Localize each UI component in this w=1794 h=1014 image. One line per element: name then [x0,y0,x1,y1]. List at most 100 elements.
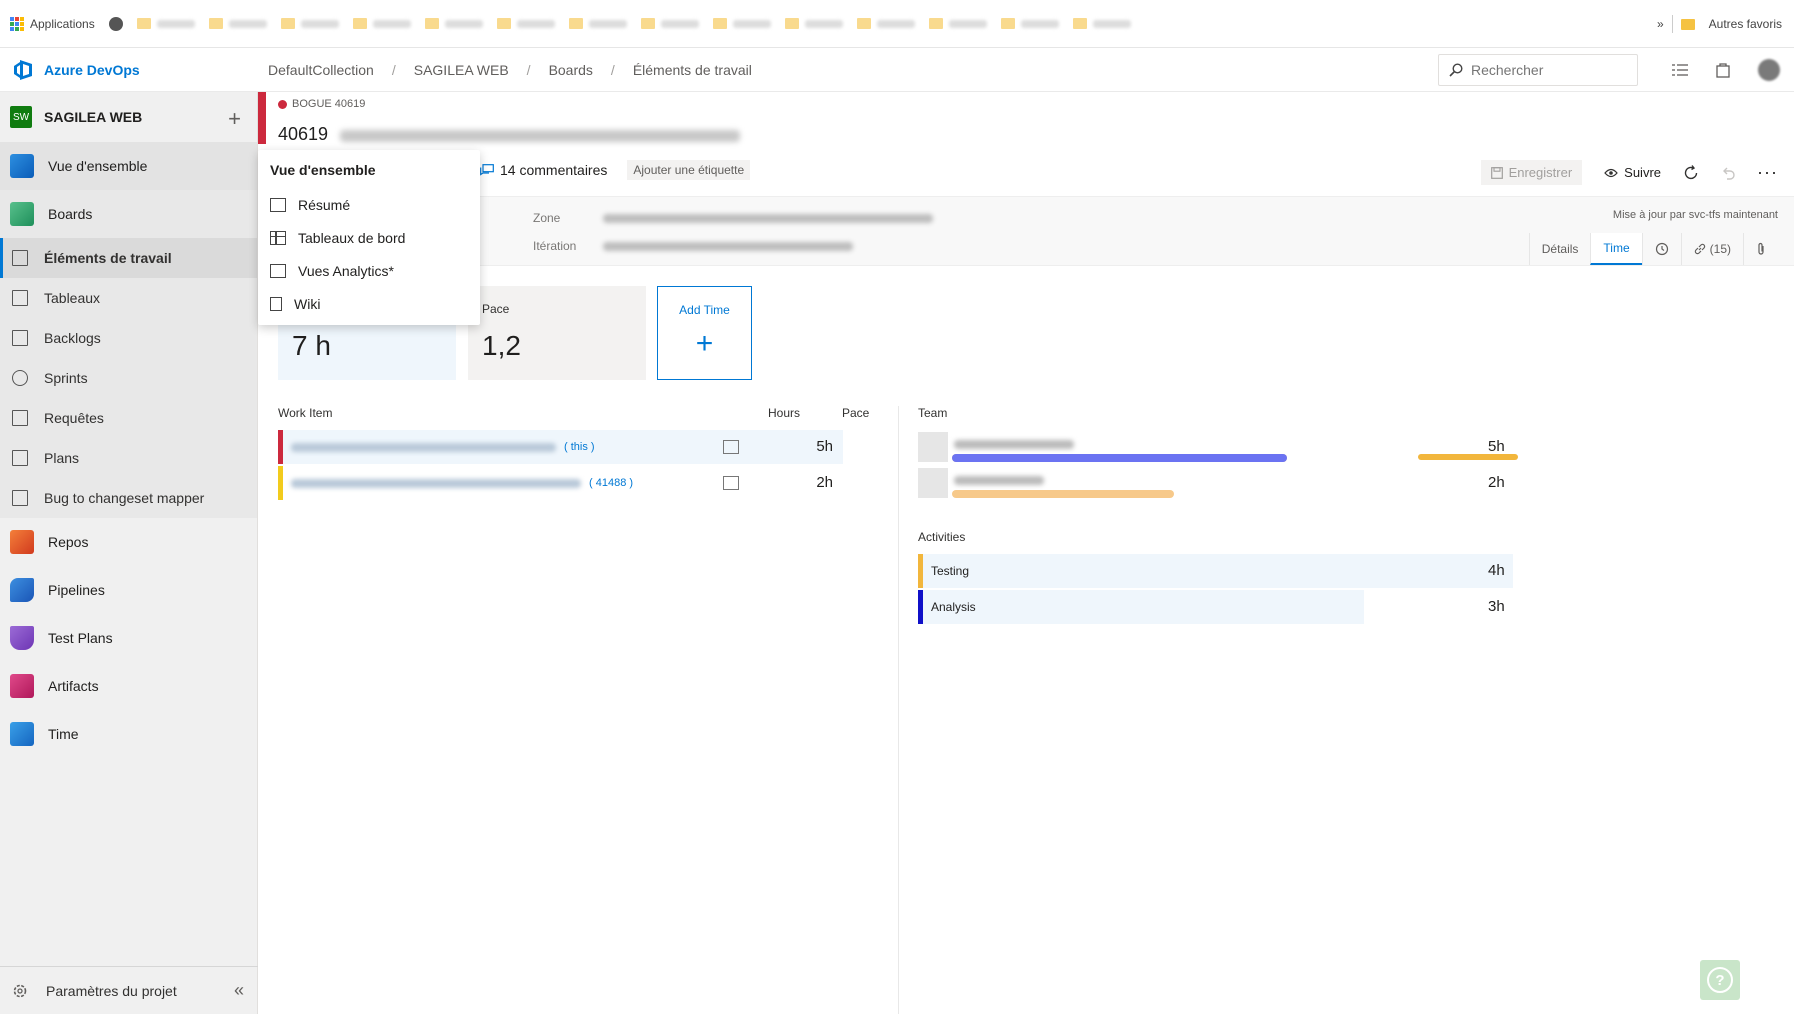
sidebar-item-boards-list[interactable]: Tableaux [0,278,257,318]
more-actions-icon[interactable]: ··· [1757,162,1778,183]
bookmark-item[interactable] [1092,19,1131,28]
bookmark-item[interactable] [372,19,411,28]
collapse-sidebar-icon[interactable]: « [234,980,244,1001]
follow-button[interactable]: Suivre [1604,165,1661,180]
row-link[interactable]: ( this ) [564,441,595,453]
sidebar-item-boards[interactable]: Boards [0,190,257,238]
sidebar-item-work-items[interactable]: Éléments de travail [0,238,257,278]
folder-icon[interactable] [208,18,223,29]
tab-details[interactable]: Détails [1528,233,1591,265]
flyout-item-dashboards[interactable]: Tableaux de bord [258,221,480,254]
activity-hours: 4h [1488,562,1505,579]
flyout-item-analytics[interactable]: Vues Analytics* [258,254,480,287]
search-box[interactable] [1438,54,1638,86]
total-time-value: 7 h [292,330,331,361]
bookmark-item[interactable] [156,19,195,28]
bookmark-item[interactable] [948,19,987,28]
sidebar: SW SAGILEA WEB + Vue d'ensemble Boards É… [0,92,258,1014]
breadcrumb-separator: / [391,61,396,78]
bookmark-item[interactable] [660,19,699,28]
table-row[interactable]: ( 41488 ) 2h [278,466,843,500]
folder-icon[interactable] [352,18,367,29]
folder-icon[interactable] [712,18,727,29]
folder-icon[interactable] [568,18,583,29]
list-icon[interactable] [1672,63,1688,77]
folder-icon[interactable] [424,18,439,29]
sidebar-item-test-plans[interactable]: Test Plans [0,614,257,662]
undo-icon[interactable] [1721,166,1735,180]
search-input[interactable] [1471,62,1621,78]
folder-icon[interactable] [640,18,655,29]
flyout-item-wiki[interactable]: Wiki [258,287,480,320]
bookmark-item[interactable] [876,19,915,28]
help-button[interactable]: ? [1700,960,1740,1000]
sidebar-item-overview[interactable]: Vue d'ensemble [0,142,257,190]
bookmark-item[interactable] [516,19,555,28]
details-icon[interactable] [723,476,739,490]
sidebar-item-time[interactable]: Time [0,710,257,758]
comments-link[interactable]: 14 commentaires [480,162,607,178]
add-icon[interactable]: + [228,106,241,132]
row-link[interactable]: ( 41488 ) [589,477,633,489]
sidebar-item-pipelines[interactable]: Pipelines [0,566,257,614]
breadcrumb-project[interactable]: SAGILEA WEB [414,62,509,78]
zone-value[interactable] [603,214,933,223]
sidebar-item-artifacts[interactable]: Artifacts [0,662,257,710]
bookmark-item[interactable] [804,19,843,28]
sidebar-item-backlogs[interactable]: Backlogs [0,318,257,358]
apps-bookmark[interactable]: Applications [10,16,95,31]
bookmark-item[interactable] [228,19,267,28]
breadcrumb-collection[interactable]: DefaultCollection [268,62,374,78]
add-time-button[interactable]: Add Time + [657,286,752,380]
azure-devops-logo[interactable]: Azure DevOps [0,59,258,81]
activity-row[interactable]: Testing 4h [918,554,1513,588]
refresh-icon[interactable] [1683,164,1699,181]
tab-attachments[interactable] [1743,233,1778,265]
more-bookmarks-icon[interactable]: » [1657,17,1664,31]
shopping-bag-icon[interactable] [1716,62,1730,78]
folder-icon[interactable] [928,18,943,29]
bookmark-item[interactable] [732,19,771,28]
save-button[interactable]: Enregistrer [1480,160,1583,185]
flyout-heading: Vue d'ensemble [270,162,376,178]
bookmark-item[interactable] [1020,19,1059,28]
column-header-hours: Hours [768,406,801,420]
folder-icon[interactable] [280,18,295,29]
sidebar-item-plans[interactable]: Plans [0,438,257,478]
folder-icon[interactable] [496,18,511,29]
work-item-title[interactable] [340,130,740,142]
folder-icon[interactable] [1072,18,1087,29]
tab-time[interactable]: Time [1590,233,1642,265]
iteration-value[interactable] [603,242,853,251]
bookmark-item[interactable] [588,19,627,28]
project-header[interactable]: SW SAGILEA WEB + [0,92,257,142]
sidebar-item-queries[interactable]: Requêtes [0,398,257,438]
folder-icon [1680,18,1695,30]
bookmark-item[interactable] [444,19,483,28]
user-avatar[interactable] [1758,59,1780,81]
brand-name: Azure DevOps [44,61,140,78]
folder-icon[interactable] [856,18,871,29]
repos-icon [10,530,34,554]
sidebar-item-bug-mapper[interactable]: Bug to changeset mapper [0,478,257,518]
team-row[interactable]: 2h [918,466,1518,500]
sidebar-item-sprints[interactable]: Sprints [0,358,257,398]
details-icon[interactable] [723,440,739,454]
folder-icon[interactable] [136,18,151,29]
breadcrumb-work-items[interactable]: Éléments de travail [633,62,752,78]
globe-icon[interactable] [108,16,123,31]
tab-history[interactable] [1641,233,1681,265]
project-settings[interactable]: Paramètres du projet « [0,966,258,1014]
folder-icon[interactable] [784,18,799,29]
add-tag-button[interactable]: Ajouter une étiquette [627,160,751,180]
other-favorites[interactable]: Autres favoris [1709,17,1782,31]
tab-links[interactable]: (15) [1680,233,1743,265]
folder-icon[interactable] [1000,18,1015,29]
breadcrumb-boards[interactable]: Boards [549,62,593,78]
flyout-item-summary[interactable]: Résumé [258,188,480,221]
bookmark-item[interactable] [300,19,339,28]
activity-row[interactable]: Analysis 3h [918,590,1505,624]
team-row[interactable]: 5h [918,430,1518,464]
table-row[interactable]: ( this ) 5h [278,430,843,464]
sidebar-item-repos[interactable]: Repos [0,518,257,566]
